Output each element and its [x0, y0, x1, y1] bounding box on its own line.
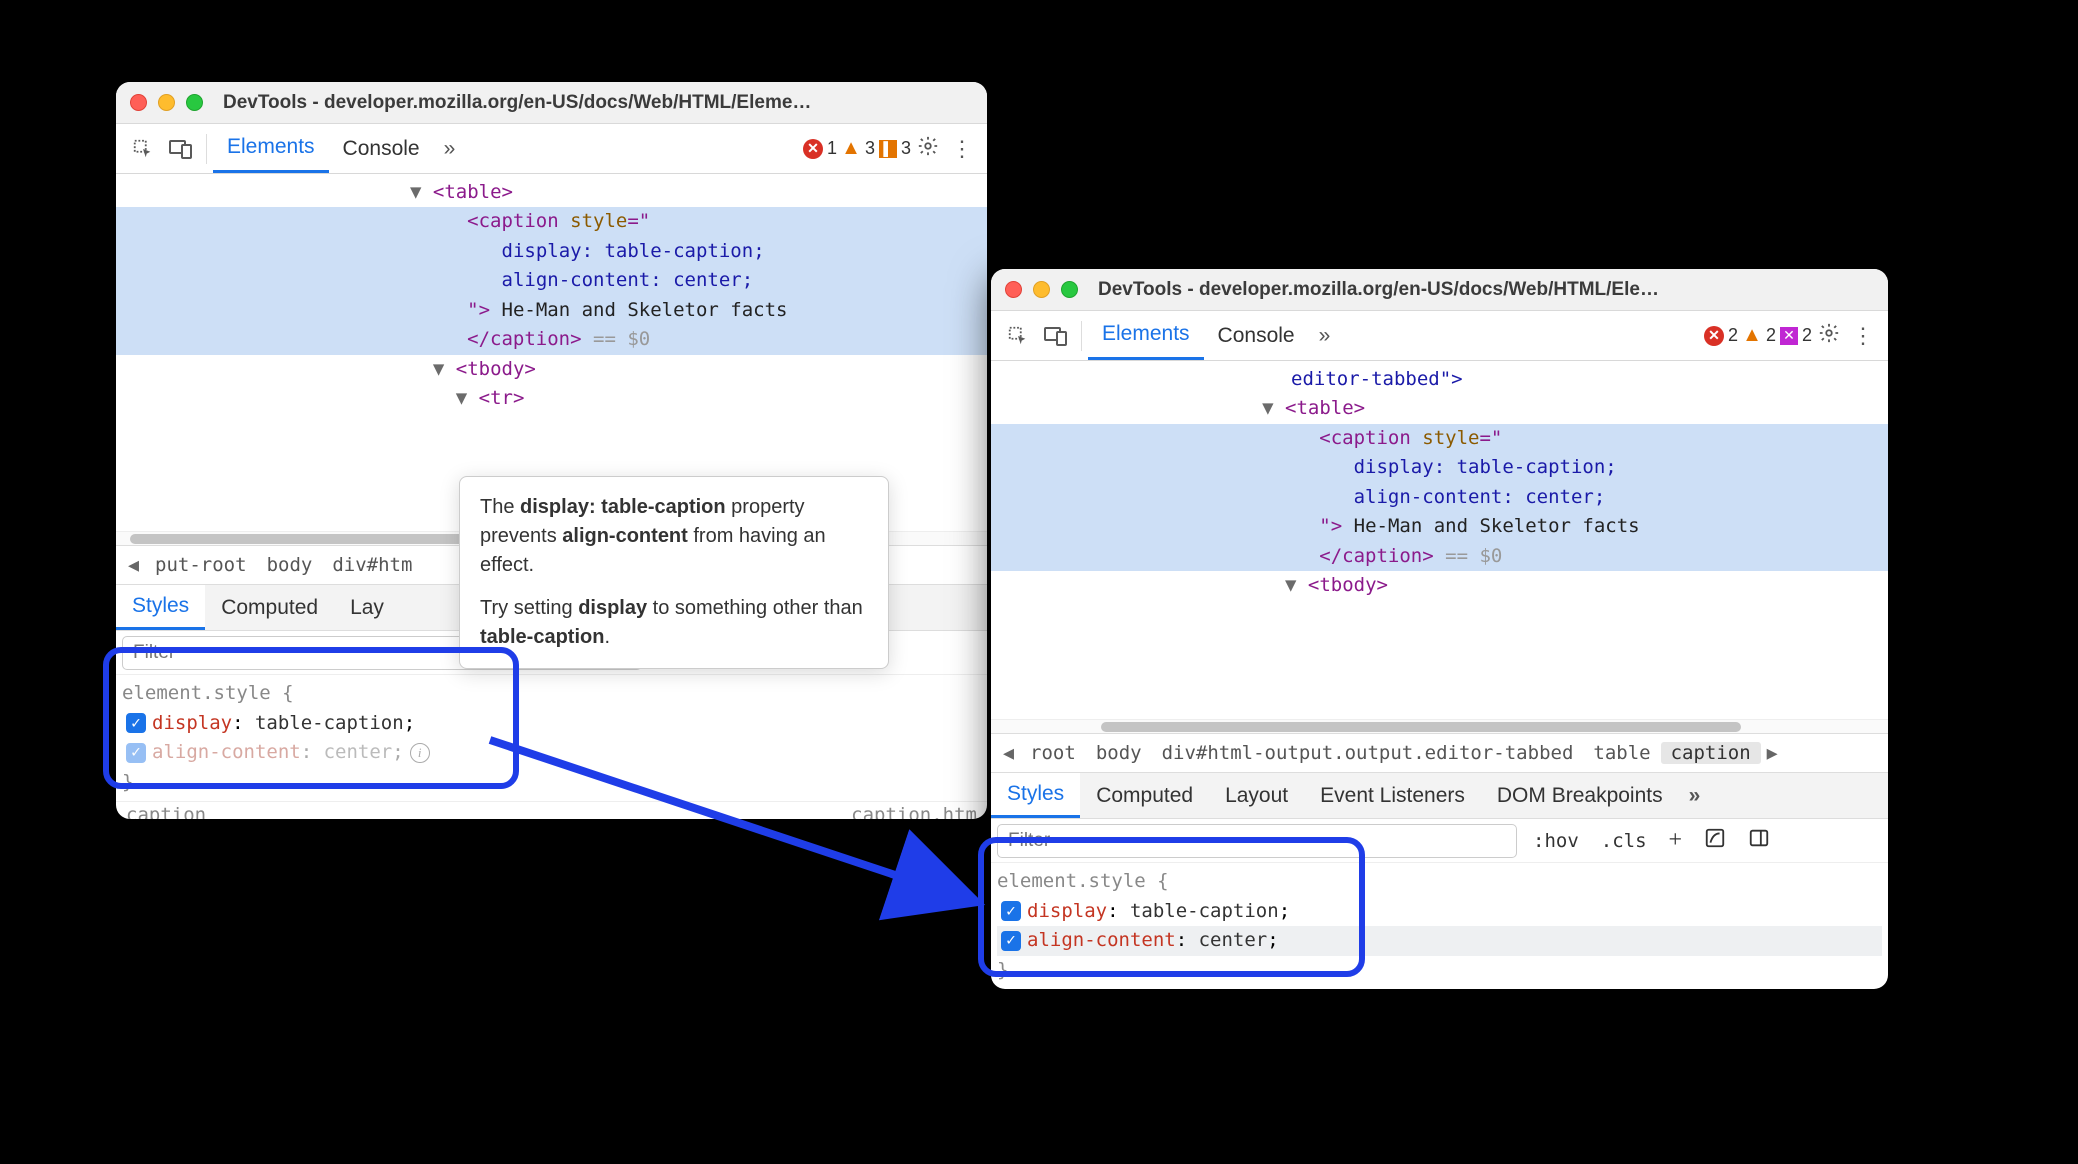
subtab-dom-breakpoints[interactable]: DOM Breakpoints: [1481, 773, 1679, 818]
traffic-lights: [1005, 281, 1078, 298]
settings-icon[interactable]: [1812, 322, 1846, 350]
styles-pane[interactable]: element.style { ✓ display: table-caption…: [991, 863, 1888, 989]
breadcrumb-item[interactable]: div#htm: [322, 554, 422, 576]
close-icon[interactable]: [130, 94, 147, 111]
kebab-menu-icon[interactable]: ⋮: [1846, 323, 1880, 349]
filter-bar: :hov .cls +: [991, 819, 1888, 863]
breadcrumb-item[interactable]: body: [1086, 742, 1152, 764]
subtab-layout[interactable]: Layout: [1209, 773, 1304, 818]
tab-elements[interactable]: Elements: [213, 124, 329, 173]
zoom-icon[interactable]: [186, 94, 203, 111]
minimize-icon[interactable]: [158, 94, 175, 111]
tab-console[interactable]: Console: [1204, 311, 1309, 360]
info-icon[interactable]: i: [410, 743, 430, 763]
panel-toggle-icon[interactable]: [1742, 827, 1776, 854]
violation-count: 2: [1802, 325, 1812, 346]
error-count: 1: [827, 138, 837, 159]
kebab-menu-icon[interactable]: ⋮: [945, 136, 979, 162]
next-rule-peek: captioncaption.htm: [116, 801, 987, 819]
issue-badges[interactable]: ✕2 ▲2 ✕2: [1704, 325, 1812, 346]
close-brace: }: [997, 956, 1882, 985]
styles-subtabs: Styles Computed Layout Event Listeners D…: [991, 773, 1888, 819]
css-property-row-inactive[interactable]: ✓ align-content: center; i: [122, 738, 981, 767]
subtab-layout[interactable]: Lay: [334, 585, 400, 630]
tabs-overflow[interactable]: »: [434, 137, 466, 161]
subtab-styles[interactable]: Styles: [991, 773, 1080, 818]
window-title: DevTools - developer.mozilla.org/en-US/d…: [223, 92, 973, 114]
tabs-overflow[interactable]: »: [1309, 324, 1341, 348]
minimize-icon[interactable]: [1033, 281, 1050, 298]
breadcrumb-right-icon[interactable]: ▸: [1761, 740, 1784, 766]
css-hint-tooltip: The display: table-caption property prev…: [459, 476, 889, 669]
close-icon[interactable]: [1005, 281, 1022, 298]
selector-row: element.style {: [997, 867, 1882, 896]
tab-elements[interactable]: Elements: [1088, 311, 1204, 360]
hov-button[interactable]: :hov: [1527, 830, 1585, 852]
zoom-icon[interactable]: [1061, 281, 1078, 298]
devtools-tabbar: Elements Console » ✕2 ▲2 ✕2 ⋮: [991, 311, 1888, 361]
warning-icon: ▲: [1742, 326, 1762, 346]
inspect-icon[interactable]: [1001, 319, 1035, 353]
css-property-row[interactable]: ✓ align-content: center;: [997, 926, 1882, 955]
breadcrumb-item[interactable]: div#html-output.output.editor-tabbed: [1152, 742, 1584, 764]
styles-pane[interactable]: element.style { ✓ display: table-caption…: [116, 675, 987, 801]
property-checkbox-icon[interactable]: ✓: [126, 713, 146, 733]
css-property-row[interactable]: ✓ display: table-caption;: [122, 709, 981, 738]
warning-count: 2: [1766, 325, 1776, 346]
dom-tree[interactable]: editor-tabbed"> ▼ <table> <caption style…: [991, 361, 1888, 719]
devtools-tabbar: Elements Console » ✕1 ▲3 ▌3 ⋮: [116, 124, 987, 174]
breadcrumb-item-current[interactable]: caption: [1661, 742, 1761, 764]
breadcrumb-item[interactable]: put-root: [145, 554, 257, 576]
subtab-computed[interactable]: Computed: [205, 585, 334, 630]
dom-scrollbar[interactable]: [991, 719, 1888, 733]
error-icon: ✕: [1704, 326, 1724, 346]
subtab-computed[interactable]: Computed: [1080, 773, 1209, 818]
property-checkbox-icon[interactable]: ✓: [1001, 901, 1021, 921]
breadcrumb-item[interactable]: table: [1583, 742, 1660, 764]
settings-icon[interactable]: [911, 135, 945, 163]
titlebar[interactable]: DevTools - developer.mozilla.org/en-US/d…: [991, 269, 1888, 311]
warning-count: 3: [865, 138, 875, 159]
titlebar[interactable]: DevTools - developer.mozilla.org/en-US/d…: [116, 82, 987, 124]
flag-count: 3: [901, 138, 911, 159]
close-brace: }: [122, 768, 981, 797]
flag-icon: ▌: [879, 140, 897, 158]
property-checkbox-icon[interactable]: ✓: [1001, 931, 1021, 951]
breadcrumb-item[interactable]: root: [1020, 742, 1086, 764]
tab-console[interactable]: Console: [329, 124, 434, 173]
inspect-icon[interactable]: [126, 132, 160, 166]
issue-badges[interactable]: ✕1 ▲3 ▌3: [803, 138, 911, 159]
subtabs-overflow[interactable]: »: [1679, 784, 1711, 808]
new-rule-icon[interactable]: +: [1663, 827, 1689, 854]
warning-icon: ▲: [841, 139, 861, 159]
violation-icon: ✕: [1780, 327, 1798, 345]
breadcrumb-left-icon[interactable]: ◂: [122, 552, 145, 578]
devtools-window-left: DevTools - developer.mozilla.org/en-US/d…: [116, 82, 987, 819]
window-title: DevTools - developer.mozilla.org/en-US/d…: [1098, 279, 1874, 301]
css-property-row[interactable]: ✓ display: table-caption;: [997, 897, 1882, 926]
property-checkbox-icon[interactable]: ✓: [126, 743, 146, 763]
error-count: 2: [1728, 325, 1738, 346]
device-toggle-icon[interactable]: [1039, 319, 1073, 353]
selector-row: element.style {: [122, 679, 981, 708]
breadcrumb[interactable]: ◂ root body div#html-output.output.edito…: [991, 733, 1888, 773]
devtools-window-right: DevTools - developer.mozilla.org/en-US/d…: [991, 269, 1888, 989]
filter-input[interactable]: [997, 824, 1517, 858]
breadcrumb-left-icon[interactable]: ◂: [997, 740, 1020, 766]
traffic-lights: [130, 94, 203, 111]
error-icon: ✕: [803, 139, 823, 159]
subtab-styles[interactable]: Styles: [116, 585, 205, 630]
computed-toggle-icon[interactable]: [1698, 827, 1732, 854]
subtab-event-listeners[interactable]: Event Listeners: [1304, 773, 1481, 818]
cls-button[interactable]: .cls: [1595, 830, 1653, 852]
device-toggle-icon[interactable]: [164, 132, 198, 166]
breadcrumb-item[interactable]: body: [257, 554, 323, 576]
